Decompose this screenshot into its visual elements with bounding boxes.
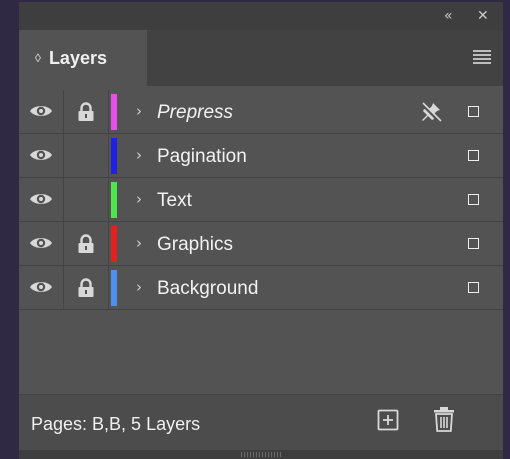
visibility-toggle[interactable] bbox=[19, 222, 64, 266]
layer-select-box[interactable] bbox=[468, 194, 479, 205]
lock-toggle[interactable] bbox=[64, 134, 109, 178]
layer-name: Pagination bbox=[157, 146, 247, 167]
layer-select-box[interactable] bbox=[468, 150, 479, 161]
expand-chevron-icon[interactable]: › bbox=[136, 190, 142, 208]
eye-icon bbox=[29, 103, 53, 124]
status-text: Pages: B,B, 5 Layers bbox=[31, 414, 201, 434]
layer-color-swatch bbox=[111, 226, 117, 262]
layer-row[interactable]: › Prepress bbox=[19, 90, 503, 134]
expand-chevron-icon[interactable]: › bbox=[136, 102, 142, 120]
tab-strip: ◊ Layers bbox=[19, 30, 503, 86]
collapse-panel-button[interactable]: « bbox=[444, 8, 453, 24]
tab-layers[interactable]: ◊ Layers bbox=[19, 30, 147, 86]
lock-icon bbox=[77, 278, 95, 303]
trash-icon[interactable] bbox=[433, 407, 455, 438]
layer-color-swatch bbox=[111, 270, 117, 306]
layer-select-box[interactable] bbox=[468, 282, 479, 293]
expand-chevron-icon[interactable]: › bbox=[136, 146, 142, 164]
layer-name: Background bbox=[157, 278, 259, 299]
new-layer-icon[interactable] bbox=[377, 409, 399, 436]
expand-chevron-icon[interactable]: › bbox=[136, 278, 142, 296]
layer-row[interactable]: › Pagination bbox=[19, 134, 503, 178]
layer-color-swatch bbox=[111, 94, 117, 130]
lock-icon bbox=[77, 234, 95, 259]
eye-icon bbox=[29, 147, 53, 168]
tab-label: Layers bbox=[48, 47, 107, 68]
lock-toggle[interactable] bbox=[64, 222, 109, 266]
layer-color-swatch bbox=[111, 182, 117, 218]
lock-toggle[interactable] bbox=[64, 90, 109, 134]
layer-row[interactable]: › Text bbox=[19, 178, 503, 222]
visibility-toggle[interactable] bbox=[19, 90, 64, 134]
layer-name: Graphics bbox=[157, 234, 234, 255]
visibility-toggle[interactable] bbox=[19, 134, 64, 178]
expand-chevron-icon[interactable]: › bbox=[136, 234, 142, 252]
visibility-toggle[interactable] bbox=[19, 178, 64, 222]
panel-footer: Pages: B,B, 5 Layers bbox=[19, 394, 503, 451]
eye-icon bbox=[29, 279, 53, 300]
grip-lines bbox=[241, 452, 281, 457]
lock-toggle[interactable] bbox=[64, 266, 109, 310]
panel-title-bar: « ✕ bbox=[19, 2, 503, 30]
layer-name: Prepress bbox=[157, 102, 234, 123]
visibility-toggle[interactable] bbox=[19, 266, 64, 310]
nonprinting-icon bbox=[420, 101, 442, 128]
close-panel-button[interactable]: ✕ bbox=[477, 8, 489, 24]
hamburger-menu-icon[interactable] bbox=[473, 50, 491, 64]
eye-icon bbox=[29, 191, 53, 212]
eye-icon bbox=[29, 235, 53, 256]
layer-select-box[interactable] bbox=[468, 238, 479, 249]
layers-panel: « ✕ ◊ Layers › Prepress › Pagination › Text › G… bbox=[19, 2, 503, 459]
layer-select-box[interactable] bbox=[468, 106, 479, 117]
layer-row[interactable]: › Background bbox=[19, 266, 503, 310]
tab-expand-icon: ◊ bbox=[35, 51, 41, 65]
layer-list: › Prepress › Pagination › Text › Graphics › Backg… bbox=[19, 90, 503, 310]
lock-icon bbox=[77, 102, 95, 127]
lock-toggle[interactable] bbox=[64, 178, 109, 222]
layer-name: Text bbox=[157, 190, 192, 211]
layer-row[interactable]: › Graphics bbox=[19, 222, 503, 266]
layer-color-swatch bbox=[111, 138, 117, 174]
resize-grip[interactable] bbox=[19, 450, 503, 459]
